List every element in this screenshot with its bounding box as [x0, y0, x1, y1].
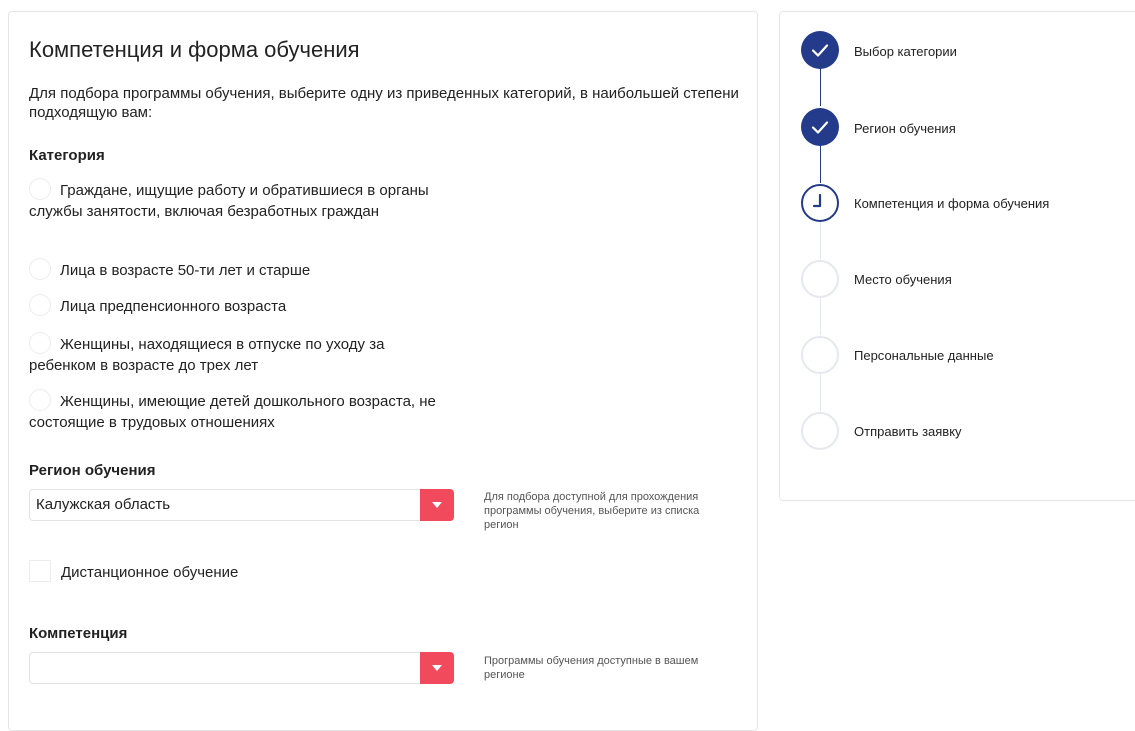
category-option-pre-retirement[interactable]: Лица предпенсионного возраста	[29, 294, 449, 317]
step-2-indicator	[801, 108, 839, 146]
checkbox-icon[interactable]	[29, 560, 51, 582]
checkmark-icon	[811, 121, 829, 134]
step-4-indicator	[801, 260, 839, 298]
step-3-indicator	[801, 184, 839, 222]
step-connector	[820, 369, 821, 411]
step-6-label: Отправить заявку	[854, 424, 962, 439]
category-option-label: Женщины, находящиеся в отпуске по уходу …	[29, 336, 385, 374]
step-connector	[820, 217, 821, 259]
step-connector	[820, 141, 821, 183]
checkmark-icon	[811, 44, 829, 57]
step-connector	[820, 293, 821, 335]
step-5-label: Персональные данные	[854, 348, 994, 363]
chevron-down-icon[interactable]	[420, 489, 454, 521]
region-select[interactable]: Калужская область	[29, 489, 454, 521]
step-3-label: Компетенция и форма обучения	[854, 196, 1050, 211]
competence-label: Компетенция	[29, 625, 128, 642]
step-connector	[820, 64, 821, 106]
page-title: Компетенция и форма обучения	[29, 37, 360, 62]
region-select-value: Калужская область	[36, 496, 171, 513]
category-option-label: Женщины, имеющие детей дошкольного возра…	[29, 393, 436, 431]
step-5-indicator	[801, 336, 839, 374]
chevron-down-icon[interactable]	[420, 652, 454, 684]
category-option-label: Лица в возрасте 50-ти лет и старше	[60, 262, 311, 279]
region-label: Регион обучения	[29, 462, 156, 479]
category-option-label: Граждане, ищущие работу и обратившиеся в…	[29, 182, 429, 220]
form-card: Компетенция и форма обучения Для подбора…	[8, 11, 758, 731]
step-1-label: Выбор категории	[854, 44, 957, 59]
radio-circle-icon[interactable]	[29, 332, 51, 354]
category-option-label: Лица предпенсионного возраста	[60, 298, 287, 315]
radio-circle-icon[interactable]	[29, 294, 51, 316]
radio-circle-icon[interactable]	[29, 258, 51, 280]
step-2-label: Регион обучения	[854, 121, 956, 136]
distance-learning-label: Дистанционное обучение	[61, 564, 239, 581]
region-hint: Для подбора доступной для прохождения пр…	[484, 491, 700, 531]
competence-hint: Программы обучения доступные в вашем рег…	[484, 655, 699, 681]
category-label: Категория	[29, 147, 105, 164]
radio-circle-icon[interactable]	[29, 389, 51, 411]
category-option-age-50[interactable]: Лица в возрасте 50-ти лет и старше	[29, 258, 449, 281]
category-option-maternity-leave[interactable]: Женщины, находящиеся в отпуске по уходу …	[29, 332, 449, 376]
clock-icon	[812, 193, 822, 208]
category-option-job-seekers[interactable]: Граждане, ищущие работу и обратившиеся в…	[29, 178, 449, 222]
step-4-label: Место обучения	[854, 272, 952, 287]
step-1-indicator	[801, 31, 839, 69]
step-6-indicator	[801, 412, 839, 450]
progress-stepper: Выбор категории Регион обучения Компетен…	[779, 11, 1135, 501]
distance-learning-checkbox[interactable]: Дистанционное обучение	[29, 560, 238, 582]
radio-circle-icon[interactable]	[29, 178, 51, 200]
competence-select[interactable]	[29, 652, 454, 684]
intro-text: Для подбора программы обучения, выберите…	[29, 85, 739, 121]
category-option-preschool-children[interactable]: Женщины, имеющие детей дошкольного возра…	[29, 389, 449, 433]
